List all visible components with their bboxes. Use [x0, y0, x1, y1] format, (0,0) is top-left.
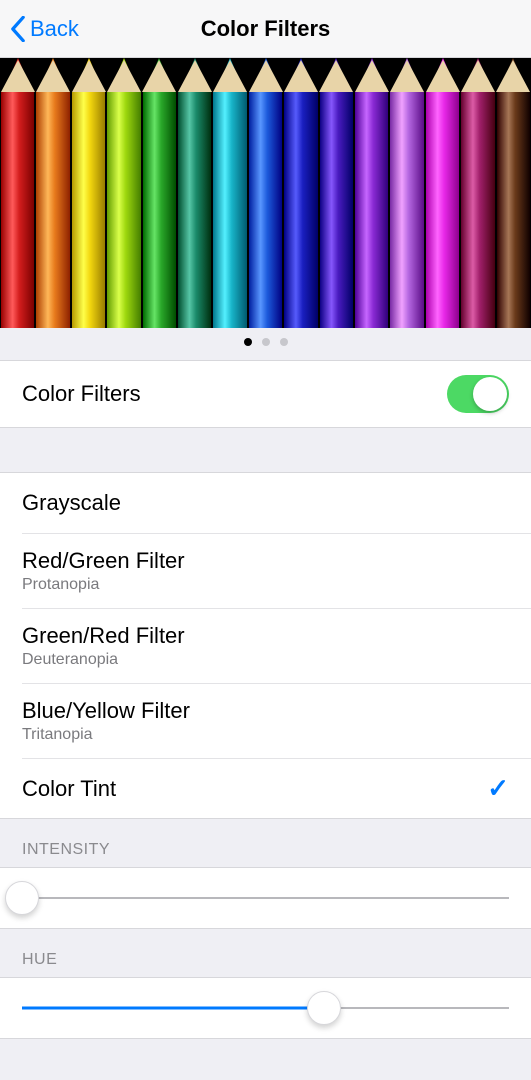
pencil [71, 58, 106, 328]
pencil [496, 58, 531, 328]
checkmark-icon: ✓ [487, 773, 509, 804]
filter-title: Green/Red Filter [22, 623, 509, 649]
color-filters-toggle-row: Color Filters [0, 361, 531, 427]
slider-thumb[interactable] [307, 991, 341, 1025]
pencil [354, 58, 389, 328]
switch-knob [473, 377, 507, 411]
pencil [283, 58, 318, 328]
filter-subtitle: Protanopia [22, 576, 509, 594]
filter-row[interactable]: Color Tint✓ [22, 758, 531, 818]
filter-row[interactable]: Blue/Yellow Filter Tritanopia [22, 683, 531, 758]
filter-title: Blue/Yellow Filter [22, 698, 509, 724]
color-filters-switch[interactable] [447, 375, 509, 413]
page-dot[interactable] [244, 338, 252, 346]
filter-subtitle: Deuteranopia [22, 651, 509, 669]
page-dot[interactable] [262, 338, 270, 346]
intensity-slider[interactable] [0, 867, 531, 929]
pencil [35, 58, 70, 328]
chevron-left-icon [10, 16, 26, 42]
filter-title: Color Tint [22, 776, 487, 802]
pencil [177, 58, 212, 328]
slider-fill [22, 1007, 324, 1010]
pencil [425, 58, 460, 328]
pencil [248, 58, 283, 328]
page-indicator[interactable] [0, 328, 531, 356]
page-dot[interactable] [280, 338, 288, 346]
back-label: Back [30, 16, 79, 42]
pencil [460, 58, 495, 328]
pencil [319, 58, 354, 328]
hue-slider[interactable] [0, 977, 531, 1039]
slider-track [22, 897, 509, 899]
filter-row[interactable]: Green/Red Filter Deuteranopia [22, 608, 531, 683]
filter-subtitle: Tritanopia [22, 726, 509, 744]
page-title: Color Filters [0, 16, 531, 42]
back-button[interactable]: Back [0, 16, 79, 42]
filter-title: Red/Green Filter [22, 548, 509, 574]
toggle-group: Color Filters [0, 360, 531, 428]
filter-list: Grayscale Red/Green Filter Protanopia Green… [0, 472, 531, 819]
pencil [389, 58, 424, 328]
toggle-label: Color Filters [22, 381, 447, 407]
pencil [212, 58, 247, 328]
intensity-header: INTENSITY [0, 819, 531, 867]
preview-image[interactable] [0, 58, 531, 328]
pencil [0, 58, 35, 328]
pencil [142, 58, 177, 328]
hue-header: HUE [0, 929, 531, 977]
slider-thumb[interactable] [5, 881, 39, 915]
pencil [106, 58, 141, 328]
nav-bar: Back Color Filters [0, 0, 531, 58]
filter-row[interactable]: Grayscale [0, 473, 531, 533]
filter-title: Grayscale [22, 490, 509, 516]
filter-row[interactable]: Red/Green Filter Protanopia [22, 533, 531, 608]
